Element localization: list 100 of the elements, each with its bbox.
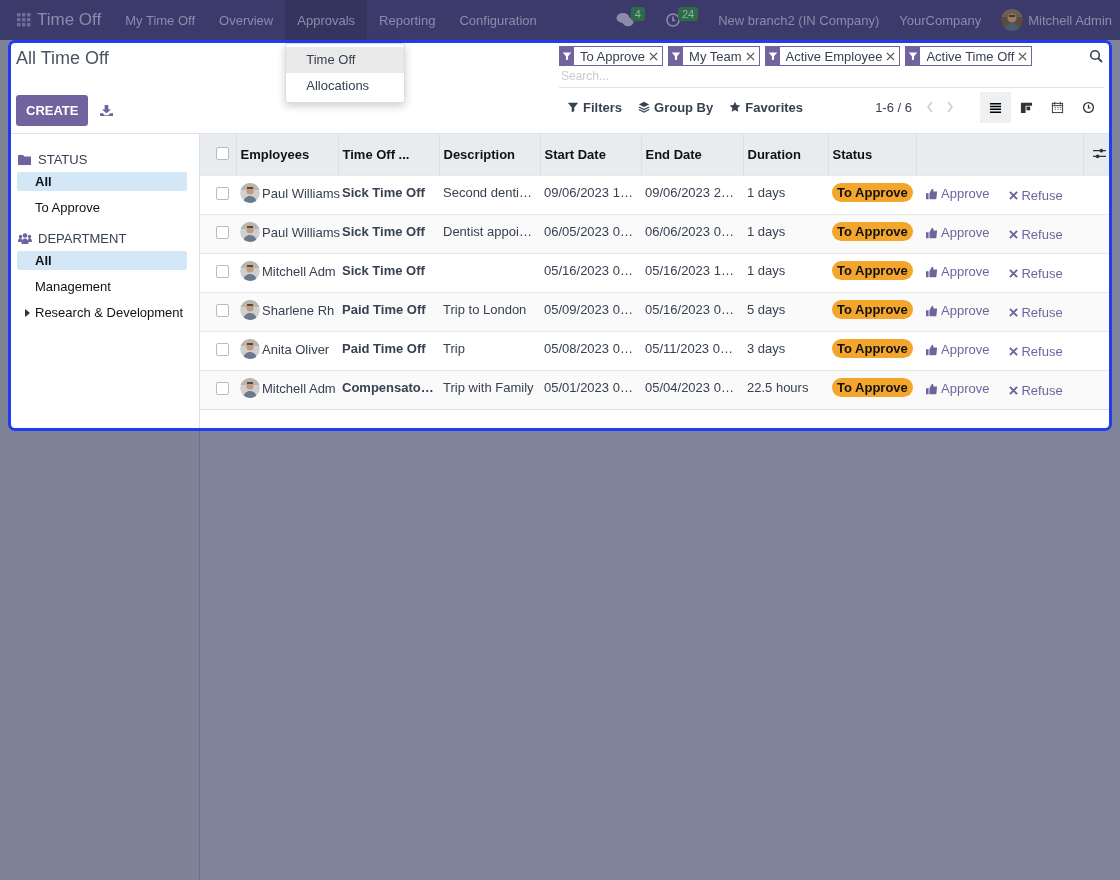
employee-name: Anita Oliver (262, 341, 330, 357)
table-cell: Paid Time Off (342, 341, 426, 356)
thumbs-up-icon (926, 187, 938, 200)
select-all-checkbox[interactable] (216, 146, 229, 160)
download-icon[interactable] (100, 104, 114, 117)
chevron-right-icon[interactable] (946, 101, 954, 113)
table-cell: Sick Time Off (342, 224, 425, 239)
refuse-button[interactable]: Refuse (1009, 187, 1063, 203)
table-cell: 09/06/2023 1… (544, 185, 633, 200)
column-header[interactable]: End Date (641, 134, 743, 176)
filter-icon (671, 51, 682, 61)
close-icon (1009, 229, 1019, 239)
close-icon (745, 51, 755, 61)
thumbs-up-icon (926, 382, 938, 395)
filter-facet[interactable]: To Approve (559, 46, 664, 66)
filter-item[interactable]: Research & Development (17, 303, 187, 322)
status-badge: To Approve (832, 378, 913, 397)
search-icon[interactable] (1089, 49, 1103, 63)
status-badge: To Approve (832, 300, 913, 319)
refuse-button[interactable]: Refuse (1009, 265, 1063, 281)
filter-item[interactable]: All (17, 172, 187, 191)
dropdown-item[interactable]: Allocations (286, 73, 405, 99)
row-checkbox[interactable] (216, 265, 229, 278)
section-title: STATUS (38, 152, 88, 167)
filter-facet[interactable]: Active Time Off (905, 46, 1033, 66)
close-icon (1009, 346, 1019, 356)
chevron-left-icon[interactable] (926, 101, 934, 113)
activity-count: 24 (677, 7, 699, 21)
page-title: All Time Off (16, 48, 109, 69)
status-badge: To Approve (832, 222, 913, 241)
refuse-button[interactable]: Refuse (1009, 226, 1063, 242)
approve-button[interactable]: Approve (926, 264, 990, 279)
table-cell: Dentist appoi… (443, 224, 532, 239)
row-checkbox[interactable] (216, 382, 229, 395)
row-checkbox[interactable] (216, 226, 229, 239)
status-badge: To Approve (832, 183, 913, 202)
table-cell: Trip with Family (443, 380, 534, 395)
approve-button[interactable]: Approve (926, 303, 990, 318)
filter-item[interactable]: To Approve (17, 198, 187, 217)
column-header[interactable]: Start Date (540, 134, 641, 176)
clock-icon (664, 12, 681, 28)
refuse-button[interactable]: Refuse (1009, 343, 1063, 359)
thumbs-up-icon (926, 343, 938, 356)
employee-name: Sharlene Rh (262, 302, 335, 318)
employee-name: Mitchell Adm (262, 263, 336, 279)
favorites-button[interactable]: Favorites (721, 99, 812, 115)
table-cell: Paid Time Off (342, 302, 426, 317)
filter-icon (767, 51, 778, 61)
filter-icon (562, 51, 572, 61)
column-header[interactable]: Time Off ... (338, 134, 439, 176)
filter-item[interactable]: Management (17, 277, 187, 296)
people-icon (18, 232, 32, 245)
star-icon (729, 101, 742, 113)
table-cell: 05/16/2023 1… (645, 263, 734, 278)
table-cell: 5 days (747, 302, 786, 317)
filters-button[interactable]: Filters (559, 99, 630, 115)
menu-item[interactable]: Approvals (285, 0, 368, 40)
column-header[interactable]: Status (828, 134, 916, 176)
table-cell: 05/04/2023 0… (645, 380, 734, 395)
row-checkbox[interactable] (216, 304, 229, 317)
approve-button[interactable]: Approve (926, 186, 990, 201)
table-cell: 22.5 hours (747, 380, 809, 395)
table-cell: 05/08/2023 0… (544, 341, 633, 356)
column-header[interactable]: Description (439, 134, 540, 176)
approve-button[interactable]: Approve (926, 342, 990, 357)
chat-icon (615, 12, 634, 28)
list-view-button[interactable] (980, 91, 1011, 123)
create-button[interactable]: CREATE (16, 95, 89, 126)
close-icon (1009, 268, 1019, 278)
table-cell: 3 days (747, 341, 786, 356)
folder-icon (18, 153, 32, 166)
filter-icon (567, 101, 579, 113)
sliders-icon[interactable] (1093, 146, 1106, 160)
apps-menu-icon[interactable] (17, 13, 31, 27)
filter-facet[interactable]: My Team (668, 46, 760, 66)
approve-button[interactable]: Approve (926, 381, 990, 396)
pager-value[interactable]: 1-6 / 6 (869, 99, 918, 115)
table-cell: Compensato… (342, 380, 434, 395)
layers-icon (638, 101, 650, 113)
table-cell: Trip (443, 341, 465, 356)
row-checkbox[interactable] (216, 343, 229, 356)
employee-name: Mitchell Adm (262, 380, 336, 396)
table-cell: 06/06/2023 0… (645, 224, 734, 239)
refuse-button[interactable]: Refuse (1009, 382, 1063, 398)
table-cell: Sick Time Off (342, 185, 425, 200)
table-cell: 05/09/2023 0… (544, 302, 633, 317)
filter-facet[interactable]: Active Employee (764, 46, 901, 66)
column-header[interactable]: Employees (236, 134, 338, 176)
row-checkbox[interactable] (216, 187, 229, 200)
refuse-button[interactable]: Refuse (1009, 304, 1063, 320)
group-by-button[interactable]: Group By (630, 99, 722, 115)
column-header[interactable]: Duration (743, 134, 828, 176)
list-icon (989, 100, 1002, 114)
approve-button[interactable]: Approve (926, 225, 990, 240)
table-cell: 1 days (747, 185, 786, 200)
filter-item[interactable]: All (17, 251, 187, 270)
dropdown-item[interactable]: Time Off (286, 47, 405, 73)
table-cell: 1 days (747, 263, 786, 278)
section-title: DEPARTMENT (38, 231, 127, 246)
table-cell: Trip to London (443, 302, 527, 317)
